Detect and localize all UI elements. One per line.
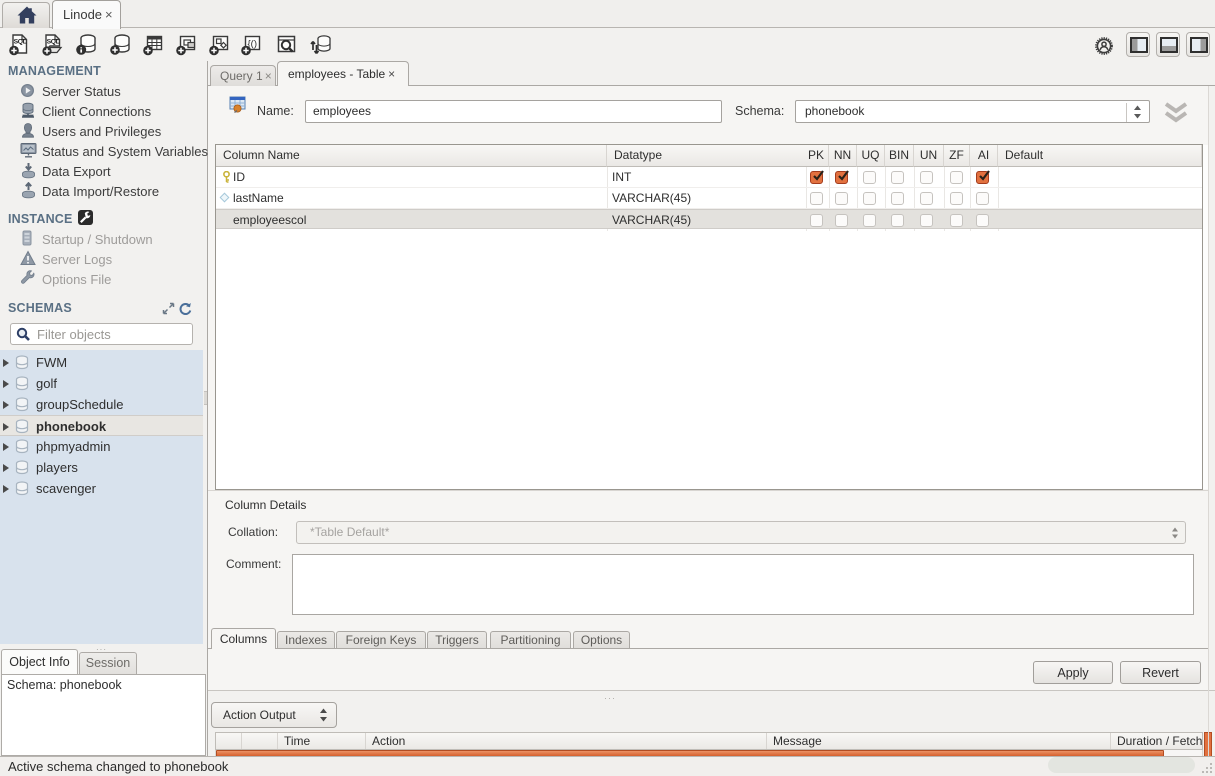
svg-text:SQL: SQL	[47, 38, 60, 45]
svg-text:SQL: SQL	[14, 38, 27, 45]
